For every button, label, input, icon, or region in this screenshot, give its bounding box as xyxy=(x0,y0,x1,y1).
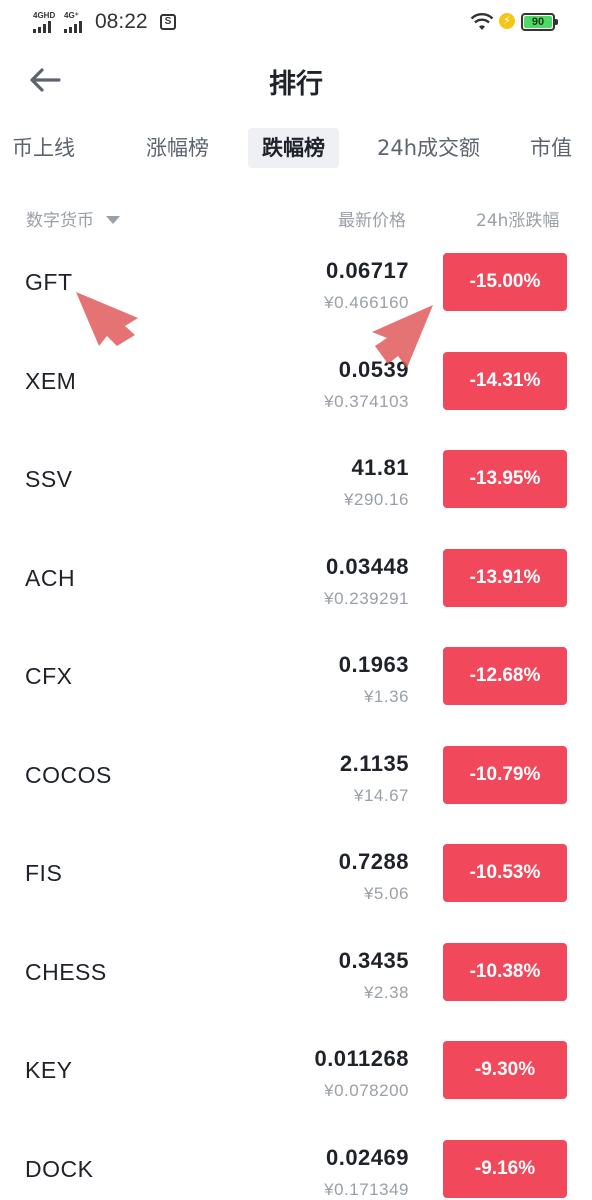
change-badge[interactable]: -10.38% xyxy=(443,942,567,1001)
cny-price: ¥14.67 xyxy=(354,785,409,805)
coin-symbol: ACH xyxy=(25,564,76,591)
coin-symbol: SSV xyxy=(25,466,73,492)
coin-symbol: GFT xyxy=(25,269,73,295)
cny-price: ¥2.38 xyxy=(363,982,409,1002)
battery-level: 90 xyxy=(524,16,552,28)
lightning-icon: ⚡ xyxy=(499,13,515,29)
last-price: 0.1963 xyxy=(338,652,409,677)
price-column-label[interactable]: 最新价格 xyxy=(338,206,406,231)
ranking-tabs: 币上线 涨幅榜 跌幅榜 24h成交额 市值 xyxy=(0,124,592,176)
change-badge[interactable]: -9.30% xyxy=(443,1041,567,1099)
change-badge[interactable]: -13.91% xyxy=(443,548,567,607)
list-item[interactable]: XEM 0.0539 ¥0.374103 -14.31% xyxy=(0,345,592,443)
list-item[interactable]: ACH 0.03448 ¥0.239291 -13.91% xyxy=(0,542,592,640)
cny-price: ¥0.171349 xyxy=(324,1179,409,1199)
cny-price: ¥5.06 xyxy=(363,884,409,903)
coin-symbol: CFX xyxy=(25,663,73,689)
last-price: 0.0539 xyxy=(338,356,409,382)
last-price: 0.03448 xyxy=(325,553,409,579)
change-badge[interactable]: -13.95% xyxy=(443,450,567,508)
network-type-label-2: 4G⁺ xyxy=(64,11,79,20)
coin-sort-dropdown[interactable]: 数字货币 xyxy=(26,206,120,231)
coin-symbol: DOCK xyxy=(25,1155,94,1182)
battery-icon: 90 xyxy=(521,13,558,31)
tab-market-cap[interactable]: 市值 xyxy=(516,128,586,168)
last-price: 2.1135 xyxy=(339,750,409,776)
signal-bars-icon xyxy=(33,21,51,33)
list-item[interactable]: GFT 0.06717 ¥0.466160 -15.00% xyxy=(0,246,592,344)
coin-symbol: KEY xyxy=(25,1057,73,1083)
change-column-label[interactable]: 24h涨跌幅 xyxy=(476,206,559,231)
signal-1: 4GHD xyxy=(33,12,55,33)
last-price: 0.011268 xyxy=(314,1046,409,1071)
coin-symbol: COCOS xyxy=(25,761,112,788)
coin-symbol: CHESS xyxy=(25,958,107,985)
tab-new-listing[interactable]: 币上线 xyxy=(0,128,89,168)
status-bar: 4GHD 4G⁺ 08:22 S ⚡ 90 xyxy=(0,0,592,46)
tab-losers[interactable]: 跌幅榜 xyxy=(248,128,339,168)
last-price: 0.02469 xyxy=(325,1144,409,1170)
cny-price: ¥0.374103 xyxy=(324,391,409,411)
cny-price: ¥1.36 xyxy=(363,687,409,706)
cny-price: ¥290.16 xyxy=(344,490,409,509)
last-price: 0.3435 xyxy=(338,947,409,973)
sim-card-icon: S xyxy=(160,14,176,30)
tab-24h-volume[interactable]: 24h成交额 xyxy=(363,128,494,168)
last-price: 0.06717 xyxy=(325,258,409,283)
coin-symbol: XEM xyxy=(25,367,77,394)
change-badge[interactable]: -12.68% xyxy=(443,647,567,705)
change-badge[interactable]: -10.79% xyxy=(443,745,567,804)
coin-symbol: FIS xyxy=(25,860,63,886)
cny-price: ¥0.239291 xyxy=(324,588,409,608)
last-price: 0.7288 xyxy=(338,849,409,874)
wifi-icon xyxy=(470,13,494,30)
caret-down-icon xyxy=(106,215,120,224)
status-time: 08:22 xyxy=(95,10,148,33)
network-type-label: 4GHD xyxy=(33,11,56,20)
change-badge[interactable]: -10.53% xyxy=(443,844,567,902)
list-item[interactable]: CHESS 0.3435 ¥2.38 -10.38% xyxy=(0,936,592,1034)
tab-gainers[interactable]: 涨幅榜 xyxy=(132,128,223,168)
change-badge[interactable]: -14.31% xyxy=(443,351,567,410)
page-title: 排行 xyxy=(269,69,323,100)
change-badge[interactable]: -9.16% xyxy=(443,1139,567,1198)
signal-bars-icon xyxy=(64,21,82,33)
list-item[interactable]: CFX 0.1963 ¥1.36 -12.68% xyxy=(0,640,592,738)
list-item[interactable]: FIS 0.7288 ¥5.06 -10.53% xyxy=(0,837,592,935)
list-item[interactable]: KEY 0.011268 ¥0.078200 -9.30% xyxy=(0,1034,592,1132)
cny-price: ¥0.466160 xyxy=(324,293,409,312)
list-item[interactable]: DOCK 0.02469 ¥0.171349 -9.16% xyxy=(0,1133,592,1200)
last-price: 41.81 xyxy=(351,455,409,480)
signal-2: 4G⁺ xyxy=(64,12,82,33)
change-badge[interactable]: -15.00% xyxy=(443,253,567,311)
app-header: 排行 xyxy=(0,52,592,108)
list-item[interactable]: SSV 41.81 ¥290.16 -13.95% xyxy=(0,443,592,541)
cny-price: ¥0.078200 xyxy=(324,1081,409,1100)
list-column-header: 数字货币 最新价格 24h涨跌幅 xyxy=(0,200,592,236)
list-item[interactable]: COCOS 2.1135 ¥14.67 -10.79% xyxy=(0,739,592,837)
coin-column-label: 数字货币 xyxy=(26,211,94,231)
